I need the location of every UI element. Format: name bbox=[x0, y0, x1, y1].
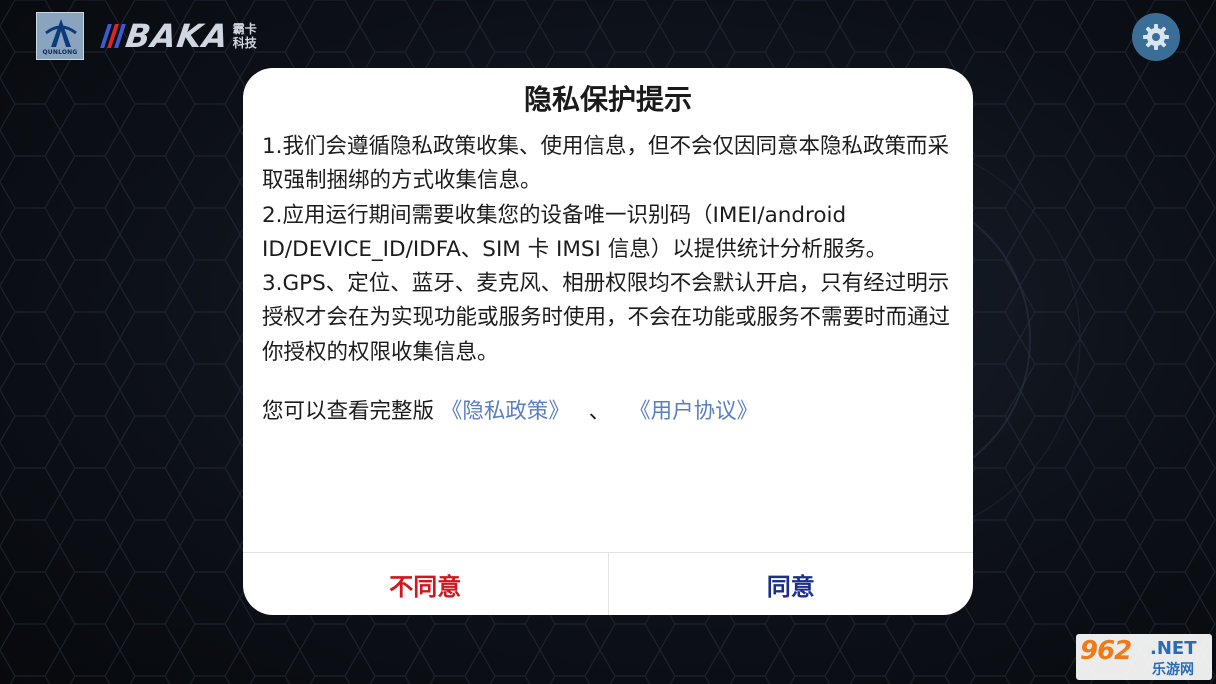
privacy-paragraph-3: 3.GPS、定位、蓝牙、麦克风、相册权限均不会默认开启，只有经过明示授权才会在为… bbox=[262, 271, 951, 365]
disagree-button[interactable]: 不同意 bbox=[243, 553, 609, 615]
baka-brand-logo: BAKA 霸卡 科技 bbox=[100, 17, 257, 55]
privacy-policy-link[interactable]: 《隐私政策》 bbox=[441, 399, 570, 424]
site-watermark: 962 .NET 乐游网 bbox=[1076, 634, 1212, 680]
brand-stripes bbox=[100, 24, 126, 48]
brand-cn-bottom: 科技 bbox=[232, 36, 257, 50]
watermark-cn: 乐游网 bbox=[1152, 662, 1194, 678]
settings-button[interactable] bbox=[1132, 13, 1180, 61]
qunlong-logo: QUNLONG bbox=[36, 12, 84, 60]
brand-cn-top: 霸卡 bbox=[232, 22, 257, 36]
links-prefix: 您可以查看完整版 bbox=[262, 399, 435, 424]
privacy-paragraph-2: 2.应用运行期间需要收集您的设备唯一识别码（IMEI/android ID/DE… bbox=[262, 202, 888, 262]
watermark-domain: .NET bbox=[1150, 638, 1197, 659]
watermark-number: 962 bbox=[1080, 636, 1132, 666]
privacy-paragraph-1: 1.我们会遵循隐私政策收集、使用信息，但不会仅因同意本隐私政策而采取强制捆绑的方… bbox=[262, 134, 950, 194]
agree-button[interactable]: 同意 bbox=[609, 553, 974, 615]
gear-icon bbox=[1143, 24, 1169, 50]
user-agreement-link[interactable]: 《用户协议》 bbox=[629, 399, 758, 424]
dialog-title: 隐私保护提示 bbox=[523, 83, 692, 116]
brand-name: BAKA bbox=[123, 17, 232, 55]
logo-caption: QUNLONG bbox=[42, 49, 78, 56]
privacy-dialog: 隐私保护提示 1.我们会遵循隐私政策收集、使用信息，但不会仅因同意本隐私政策而采… bbox=[243, 68, 973, 615]
dialog-footer: 不同意 同意 bbox=[243, 552, 973, 615]
links-separator: 、 bbox=[588, 399, 611, 424]
dialog-body: 1.我们会遵循隐私政策收集、使用信息，但不会仅因同意本隐私政策而采取强制捆绑的方… bbox=[262, 130, 959, 370]
brand-cn-name: 霸卡 科技 bbox=[233, 22, 257, 50]
policy-links-line: 您可以查看完整版 《隐私政策》 、 《用户协议》 bbox=[262, 395, 758, 429]
